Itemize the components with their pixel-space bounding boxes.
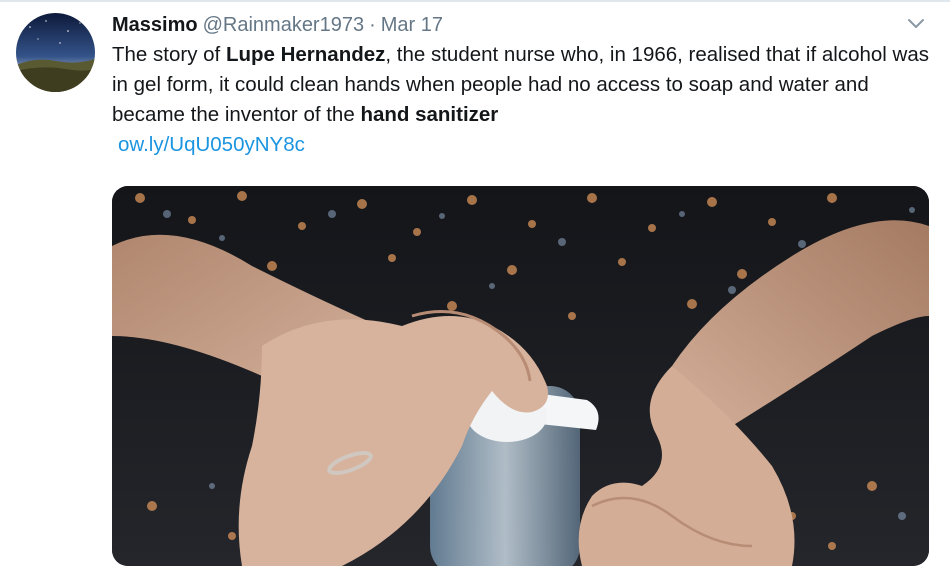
tweet[interactable]: Massimo @Rainmaker1973 · Mar 17 The story o… [112,10,932,160]
chevron-down-icon[interactable] [905,16,927,32]
tweet-bold-term: hand sanitizer [360,103,499,126]
night-sky-avatar-image [16,13,95,92]
author-handle[interactable]: @Rainmaker1973 [203,14,365,36]
tweet-media-image[interactable] [112,186,929,566]
top-divider [0,0,950,2]
timestamp[interactable]: Mar 17 [381,14,443,36]
tweet-text: The story of Lupe Hernandez, the student… [112,40,942,160]
tweet-bold-name: Lupe Hernandez [225,43,386,66]
tweet-text-part-1: The story of [112,43,226,66]
author-name[interactable]: Massimo [112,14,198,36]
avatar[interactable] [16,13,95,92]
tweet-link[interactable]: ow.ly/UqU050yNY8c [118,130,305,160]
hand-sanitizer-photo [112,186,929,566]
tweet-header: Massimo @Rainmaker1973 · Mar 17 [112,10,932,40]
separator-dot: · [369,14,376,36]
